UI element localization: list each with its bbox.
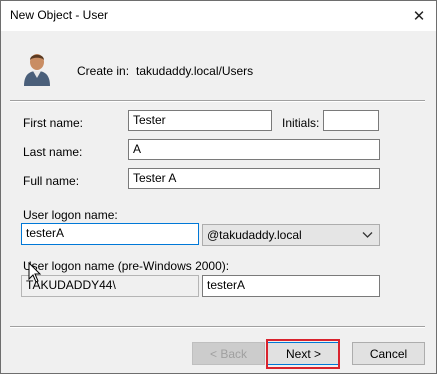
- close-button[interactable]: ✕: [402, 1, 436, 31]
- logon-name-field[interactable]: testerA: [21, 223, 199, 245]
- back-button[interactable]: < Back: [192, 342, 265, 365]
- divider: [10, 100, 425, 102]
- domain-select-value: @takudaddy.local: [207, 228, 302, 242]
- next-button[interactable]: Next >: [267, 342, 340, 365]
- first-name-label: First name:: [23, 116, 84, 130]
- user-icon: [24, 54, 50, 86]
- window-title: New Object - User: [10, 8, 109, 22]
- chevron-down-icon: [362, 232, 373, 238]
- create-in-label: Create in:: [77, 64, 130, 78]
- last-name-field[interactable]: A: [128, 139, 380, 160]
- last-name-label: Last name:: [23, 145, 83, 159]
- first-name-field[interactable]: Tester: [128, 110, 272, 131]
- create-in-value: takudaddy.local/Users: [136, 64, 254, 78]
- full-name-field[interactable]: Tester A: [128, 168, 380, 189]
- pre2000-username-field[interactable]: testerA: [202, 275, 380, 297]
- cancel-button[interactable]: Cancel: [352, 342, 425, 365]
- logon-name-label: User logon name:: [23, 208, 118, 222]
- initials-label: Initials:: [282, 116, 320, 130]
- full-name-label: Full name:: [23, 174, 80, 188]
- initials-field[interactable]: [323, 110, 379, 131]
- title-bar: New Object - User ✕: [1, 1, 436, 31]
- mouse-cursor-icon: [28, 262, 42, 283]
- domain-select[interactable]: @takudaddy.local: [202, 224, 380, 246]
- pre2000-domain-field: TAKUDADDY44\: [21, 275, 199, 297]
- pre2000-label: User logon name (pre-Windows 2000):: [23, 259, 230, 273]
- divider: [10, 326, 425, 328]
- close-icon: ✕: [412, 8, 426, 25]
